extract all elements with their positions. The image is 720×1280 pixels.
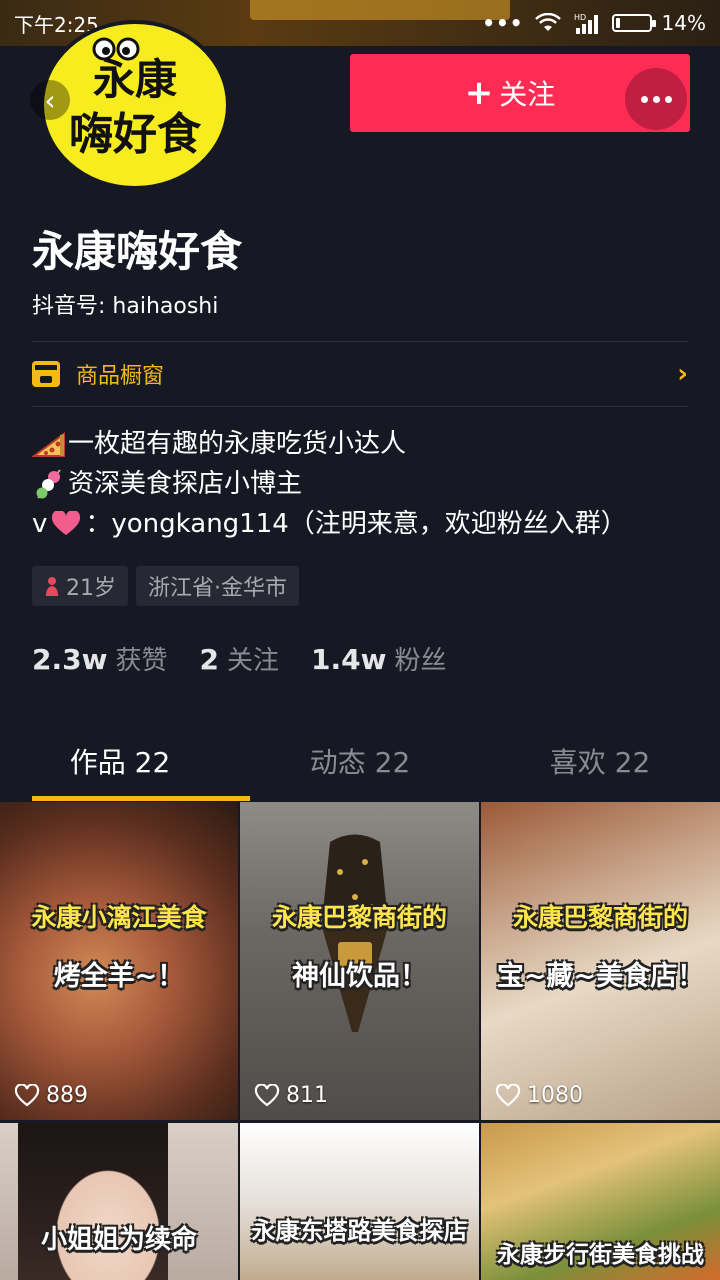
profile-stats: 2.3w 获赞 2 关注 1.4w 粉丝 (32, 640, 478, 677)
age-text: 21岁 (66, 576, 116, 601)
more-dot-icon (664, 95, 672, 103)
pizza-icon (32, 432, 65, 457)
wifi-icon (534, 13, 562, 33)
following-count[interactable]: 2 (199, 643, 218, 676)
signal-icon: HD (572, 12, 602, 34)
heart-outline-icon (14, 1083, 40, 1106)
video-card[interactable]: 小姐姐为续命 (0, 1123, 238, 1280)
tab-likes[interactable]: 喜欢 22 (480, 730, 720, 800)
video-caption: 烤全羊~！ (53, 961, 185, 992)
profile-tags: 21岁 浙江省·金华市 (32, 566, 299, 606)
profile-name: 永康嗨好食 (32, 227, 243, 276)
video-caption: 宝~藏~美食店！ (496, 961, 705, 992)
video-thumbnail-person (18, 1123, 168, 1280)
content-tabs: 作品 22 动态 22 喜欢 22 (0, 730, 720, 800)
bio-line: 一枚超有趣的永康吃货小达人 (32, 424, 627, 464)
more-options-button[interactable] (625, 68, 687, 130)
video-like-count: 889 (46, 1083, 88, 1108)
video-card[interactable]: 永康小漓江美食 烤全羊~！ 889 (0, 802, 238, 1120)
video-card[interactable]: 永康东塔路美食探店 (240, 1123, 479, 1280)
back-arrow-icon[interactable]: ‹ (30, 80, 70, 120)
video-caption: 小姐姐为续命 (40, 1225, 197, 1255)
bio: 一枚超有趣的永康吃货小达人 资深美食探店小博主 v ：yongkang114（注… (32, 424, 627, 544)
video-likes: 811 (254, 1083, 328, 1108)
divider (32, 406, 688, 407)
video-caption: 永康东塔路美食探店 (251, 1217, 468, 1245)
video-caption: 永康巴黎商街的 (271, 903, 447, 932)
female-icon (46, 577, 58, 596)
fans-count[interactable]: 1.4w (311, 643, 386, 676)
video-card[interactable]: 永康巴黎商街的 神仙饮品！ 811 (240, 802, 479, 1120)
video-like-count: 811 (286, 1083, 328, 1108)
heart-icon (52, 511, 81, 535)
douyin-id-value: haihaoshi (112, 294, 219, 319)
chevron-right-icon: › (677, 359, 688, 389)
bio-prefix: v (32, 509, 48, 539)
video-caption: 永康巴黎商街的 (512, 903, 688, 932)
battery-percent: 14% (661, 11, 706, 35)
bio-text: 一枚超有趣的永康吃货小达人 (68, 429, 407, 459)
plus-icon: + (464, 73, 494, 113)
svg-text:HD: HD (574, 13, 586, 22)
shop-icon (32, 361, 60, 387)
location-text: 浙江省·金华市 (148, 576, 287, 601)
bio-text: 资深美食探店小博主 (68, 469, 303, 499)
heart-outline-icon (254, 1083, 280, 1106)
age-tag: 21岁 (32, 566, 128, 606)
video-grid: 永康小漓江美食 烤全羊~！ 889 永康巴黎商街的 神仙饮品！ 811 永康巴黎… (0, 802, 720, 1280)
dango-icon (36, 469, 61, 499)
likes-count: 2.3w (32, 643, 108, 676)
heart-outline-icon (495, 1083, 521, 1106)
video-like-count: 1080 (527, 1083, 583, 1108)
video-card[interactable]: 永康步行街美食挑战 (481, 1123, 720, 1280)
follow-label: 关注 (499, 78, 556, 111)
video-likes: 1080 (495, 1083, 583, 1108)
bio-line: v ：yongkang114（注明来意，欢迎粉丝入群） (32, 504, 627, 544)
video-caption: 永康步行街美食挑战 (497, 1242, 704, 1268)
tab-active-indicator (32, 796, 250, 801)
status-dots: ••• (482, 11, 524, 35)
video-caption: 永康小漓江美食 (31, 903, 207, 932)
fans-label[interactable]: 粉丝 (394, 640, 446, 677)
more-dot-icon (640, 95, 648, 103)
video-likes: 889 (14, 1083, 88, 1108)
battery-level (615, 18, 620, 28)
shop-window-label: 商品橱窗 (76, 364, 165, 389)
location-tag: 浙江省·金华市 (136, 566, 299, 606)
shop-window-row[interactable]: 商品橱窗 › (32, 342, 688, 406)
more-dot-icon (652, 95, 660, 103)
video-caption: 神仙饮品！ (292, 961, 427, 992)
battery-icon (611, 14, 656, 32)
likes-label: 获赞 (115, 646, 168, 676)
avatar-text-line2: 嗨好食 (69, 109, 201, 160)
tab-works[interactable]: 作品 22 (0, 730, 240, 800)
douyin-id-label: 抖音号: (32, 294, 113, 319)
bio-line: 资深美食探店小博主 (32, 464, 627, 504)
tab-moments[interactable]: 动态 22 (240, 730, 480, 800)
video-card[interactable]: 永康巴黎商街的 宝~藏~美食店！ 1080 (481, 802, 720, 1120)
bio-text: ：yongkang114（注明来意，欢迎粉丝入群） (85, 509, 627, 539)
douyin-id: 抖音号: haihaoshi (32, 288, 218, 320)
status-icons: ••• HD 14% (482, 11, 706, 35)
following-label[interactable]: 关注 (227, 640, 279, 677)
